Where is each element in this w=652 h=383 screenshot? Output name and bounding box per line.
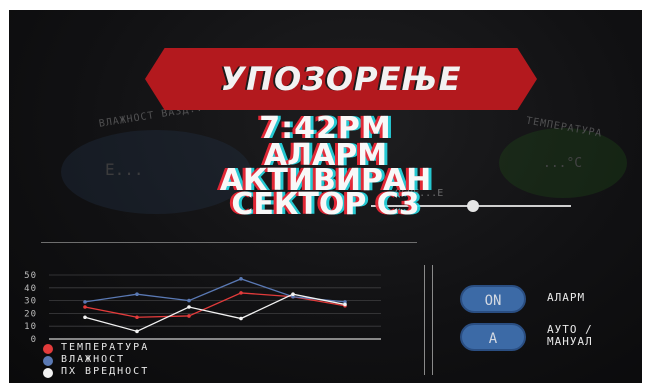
data-point	[291, 292, 295, 296]
vertical-divider	[424, 265, 425, 375]
y-tick-label: 30	[24, 297, 37, 307]
mode-toggle-label: АУТО / МАНУАЛ	[547, 324, 627, 348]
y-tick-label: 0	[31, 335, 37, 345]
legend-label: ВЛАЖНОСТ	[61, 354, 126, 365]
chart-grid	[49, 274, 381, 340]
data-point	[187, 314, 191, 318]
data-point	[83, 300, 87, 304]
section-divider	[41, 242, 417, 243]
series-line	[84, 293, 346, 333]
data-point	[83, 305, 87, 309]
alarm-toggle-label: АЛАРМ	[547, 291, 586, 304]
alarm-on-button[interactable]: ON	[460, 285, 526, 313]
legend-item-ph: ПХ ВРЕДНОСТ	[43, 366, 303, 379]
alarm-screen: ВЛАЖНОСТ ВАЗД... Е... ТЕМПЕРАТУРА ...°C …	[9, 10, 642, 383]
mode-label-line: МАНУАЛ	[547, 335, 593, 348]
data-point	[187, 298, 191, 303]
legend-label: ТЕМПЕРАТУРА	[61, 342, 150, 353]
data-point	[83, 315, 87, 320]
legend-label: ПХ ВРЕДНОСТ	[61, 366, 150, 377]
mode-toggle-button[interactable]: A	[460, 323, 526, 351]
vertical-divider	[432, 265, 433, 375]
red-dot-icon	[43, 344, 53, 354]
chart-y-ticks: 0 10 20 30 40 50	[24, 271, 37, 345]
data-point	[239, 277, 243, 281]
data-point	[239, 291, 243, 295]
data-point	[135, 292, 139, 296]
data-point	[135, 329, 139, 334]
sensor-line-chart: 0 10 20 30 40 50	[24, 271, 381, 345]
data-point	[135, 315, 139, 320]
chart-series	[83, 277, 347, 334]
y-tick-label: 50	[24, 271, 37, 281]
alarm-sector: СЕКТОР С3	[231, 187, 420, 222]
data-point	[343, 302, 347, 307]
data-point	[239, 316, 243, 321]
white-dot-icon	[43, 368, 53, 378]
warning-title: УПОЗОРЕЊЕ	[220, 60, 462, 98]
series-line	[84, 278, 346, 303]
y-tick-label: 20	[24, 309, 37, 319]
y-tick-label: 10	[24, 322, 37, 332]
blue-dot-icon	[43, 356, 53, 366]
data-point	[187, 305, 191, 309]
y-tick-label: 40	[24, 284, 37, 294]
